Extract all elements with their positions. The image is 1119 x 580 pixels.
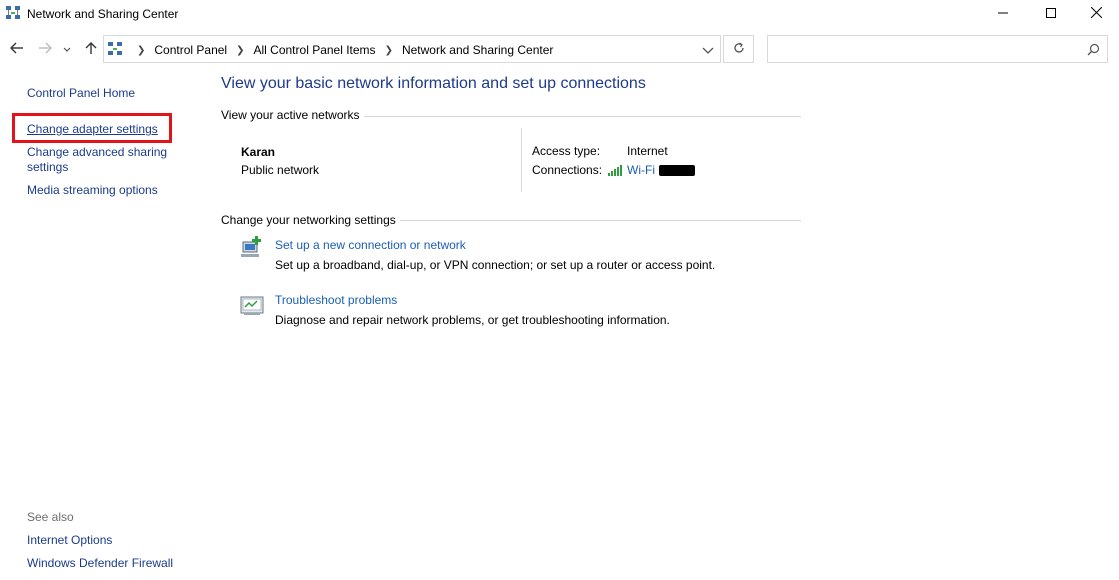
- troubleshoot-link[interactable]: Troubleshoot problems: [275, 293, 397, 307]
- chevron-down-icon[interactable]: [702, 44, 714, 54]
- connections-label: Connections:: [532, 163, 603, 177]
- see-also-heading: See also: [27, 510, 74, 524]
- minimize-button[interactable]: [980, 0, 1026, 28]
- active-networks-heading: View your active networks: [221, 108, 360, 122]
- chevron-down-icon: [63, 42, 71, 56]
- search-icon: [1087, 43, 1100, 56]
- refresh-button[interactable]: [723, 35, 754, 63]
- breadcrumb: ❯ Control Panel ❯ All Control Panel Item…: [128, 43, 553, 57]
- network-category: Public network: [241, 163, 320, 177]
- refresh-icon: [733, 42, 745, 57]
- forward-button[interactable]: [36, 40, 54, 58]
- change-adapter-settings-link[interactable]: Change adapter settings: [27, 122, 158, 137]
- chevron-right-icon[interactable]: ❯: [137, 45, 145, 56]
- setup-connection-link[interactable]: Set up a new connection or network: [275, 238, 466, 252]
- firewall-link[interactable]: Windows Defender Firewall: [27, 556, 173, 571]
- address-bar[interactable]: ❯ Control Panel ❯ All Control Panel Item…: [103, 35, 721, 63]
- network-name: Karan: [241, 145, 276, 159]
- change-advanced-sharing-link[interactable]: Change advanced sharing settings: [27, 145, 187, 175]
- internet-options-link[interactable]: Internet Options: [27, 533, 112, 548]
- divider: [364, 116, 801, 117]
- minimize-icon: [998, 7, 1008, 21]
- setup-connection-description: Set up a broadband, dial-up, or VPN conn…: [275, 258, 716, 272]
- close-button[interactable]: [1073, 0, 1119, 28]
- control-panel-home-link[interactable]: Control Panel Home: [27, 86, 135, 101]
- wifi-signal-icon: [608, 164, 624, 176]
- access-type-value: Internet: [627, 144, 668, 158]
- chevron-right-icon[interactable]: ❯: [385, 45, 393, 56]
- back-button[interactable]: [8, 40, 26, 58]
- up-button[interactable]: [82, 40, 100, 58]
- media-streaming-link[interactable]: Media streaming options: [27, 183, 158, 198]
- redacted-block: [659, 165, 695, 176]
- divider: [400, 220, 801, 221]
- change-settings-heading: Change your networking settings: [221, 213, 396, 227]
- arrow-right-icon: [38, 42, 52, 57]
- maximize-button[interactable]: [1028, 0, 1074, 28]
- new-connection-icon: [240, 236, 264, 260]
- maximize-icon: [1046, 7, 1056, 21]
- network-center-icon: [6, 6, 20, 20]
- network-center-icon: [108, 42, 122, 56]
- title-bar: Network and Sharing Center: [0, 0, 1119, 28]
- troubleshoot-icon: [240, 293, 264, 317]
- breadcrumb-control-panel[interactable]: Control Panel: [154, 43, 227, 57]
- breadcrumb-all-items[interactable]: All Control Panel Items: [254, 43, 376, 57]
- breadcrumb-network-center[interactable]: Network and Sharing Center: [402, 43, 553, 57]
- page-title: View your basic network information and …: [221, 75, 646, 92]
- troubleshoot-description: Diagnose and repair network problems, or…: [275, 313, 670, 327]
- window-title: Network and Sharing Center: [27, 7, 179, 21]
- chevron-right-icon[interactable]: ❯: [236, 45, 244, 56]
- wifi-connection-link[interactable]: Wi-Fi: [627, 163, 655, 177]
- navigation-bar: ❯ Control Panel ❯ All Control Panel Item…: [0, 34, 1119, 64]
- recent-locations-button[interactable]: [61, 40, 73, 58]
- access-type-label: Access type:: [532, 144, 601, 158]
- arrow-up-icon: [85, 41, 97, 58]
- arrow-left-icon: [10, 42, 24, 57]
- close-icon: [1090, 6, 1102, 21]
- search-input[interactable]: [767, 35, 1108, 63]
- divider: [521, 128, 522, 192]
